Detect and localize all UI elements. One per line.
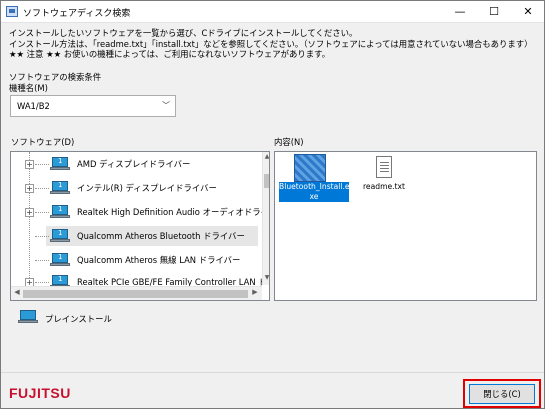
expand-icon[interactable]: + xyxy=(25,208,34,217)
instruction-line-3: ★★ 注意 ★★ お使いの機種によっては、ご利用になれないソフトウェアがあります… xyxy=(9,49,331,59)
maximize-button[interactable]: ☐ xyxy=(478,1,510,23)
tree-connector xyxy=(35,188,49,189)
software-tree[interactable]: + AMD ディスプレイドライバー + インテル(R) ディスプレイドライバー … xyxy=(10,151,270,301)
model-name-label: 機種名(M) xyxy=(9,83,48,93)
preinstall-legend-label: プレインストール xyxy=(45,314,112,324)
tree-item-selected[interactable]: Qualcomm Atheros Bluetooth ドライバー xyxy=(11,224,258,248)
tree-item-label: Qualcomm Atheros 無線 LAN ドライバー xyxy=(77,255,241,265)
app-icon xyxy=(6,6,18,17)
tree-item-label: Qualcomm Atheros Bluetooth ドライバー xyxy=(77,231,245,241)
preinstall-laptop-icon xyxy=(50,253,70,266)
preinstall-legend-icon xyxy=(18,310,38,323)
minimize-button[interactable]: — xyxy=(444,1,476,23)
tree-connector xyxy=(35,260,49,261)
horizontal-scroll-thumb[interactable] xyxy=(23,290,248,298)
title-bar: ソフトウェアディスク検索 — ☐ ✕ xyxy=(1,1,544,23)
preinstall-laptop-icon xyxy=(50,205,70,218)
model-name-dropdown[interactable]: WA1/B2 ﹀ xyxy=(10,95,176,117)
preinstall-laptop-icon xyxy=(50,157,70,170)
vertical-scrollbar[interactable]: ▲ ▼ xyxy=(262,152,269,285)
tree-item-label: AMD ディスプレイドライバー xyxy=(77,159,191,169)
scroll-right-icon[interactable]: ▶ xyxy=(250,288,260,296)
preinstall-laptop-icon xyxy=(50,181,70,194)
scroll-up-icon[interactable]: ▲ xyxy=(263,153,269,163)
footer-divider xyxy=(1,372,544,373)
tree-item[interactable]: + インテル(R) ディスプレイドライバー xyxy=(11,176,256,200)
scroll-left-icon[interactable]: ◀ xyxy=(12,288,22,296)
close-window-button[interactable]: ✕ xyxy=(512,1,544,23)
tree-item[interactable]: + Realtek High Definition Audio オーディオドライ… xyxy=(11,200,269,224)
instruction-line-1: インストールしたいソフトウェアを一覧から選び、Cドライブにインストールしてくださ… xyxy=(9,28,358,38)
tree-connector xyxy=(35,282,49,283)
tree-item-label: インテル(R) ディスプレイドライバー xyxy=(77,183,217,193)
window-title: ソフトウェアディスク検索 xyxy=(23,9,131,19)
horizontal-scrollbar[interactable]: ◀ ▶ xyxy=(11,286,262,300)
scroll-down-icon[interactable]: ▼ xyxy=(263,274,269,284)
close-button[interactable]: 閉じる(C) xyxy=(469,384,535,404)
chevron-down-icon: ﹀ xyxy=(162,101,170,110)
preinstall-laptop-icon xyxy=(50,229,70,242)
model-name-value: WA1/B2 xyxy=(17,101,50,111)
software-list-label: ソフトウェア(D) xyxy=(11,137,75,147)
tree-item[interactable]: Qualcomm Atheros 無線 LAN ドライバー xyxy=(11,248,256,272)
tree-item[interactable]: + AMD ディスプレイドライバー xyxy=(11,152,256,176)
tree-connector xyxy=(35,164,49,165)
file-item-readme[interactable]: readme.txt xyxy=(275,152,415,206)
instructions: インストールしたいソフトウェアを一覧から選び、Cドライブにインストールしてくださ… xyxy=(9,28,533,60)
tree-connector xyxy=(35,236,49,237)
vertical-scroll-thumb[interactable] xyxy=(264,174,269,188)
expand-icon[interactable]: + xyxy=(25,160,34,169)
contents-panel[interactable]: Bluetooth_Install.e xe readme.txt xyxy=(274,151,537,301)
text-file-icon xyxy=(376,156,392,178)
tree-connector xyxy=(35,212,49,213)
contents-list-label: 内容(N) xyxy=(274,137,304,147)
tree-item-label: Realtek High Definition Audio オーディオドライバー xyxy=(77,207,270,217)
fujitsu-logo: FUJITSU xyxy=(9,385,71,401)
expand-icon[interactable]: + xyxy=(25,184,34,193)
instruction-line-2: インストール方法は、「readme.txt」「install.txt」などを参照… xyxy=(9,38,533,49)
software-disk-search-window: ソフトウェアディスク検索 — ☐ ✕ インストールしたいソフトウェアを一覧から選… xyxy=(0,0,545,409)
file-name: readme.txt xyxy=(362,182,406,191)
